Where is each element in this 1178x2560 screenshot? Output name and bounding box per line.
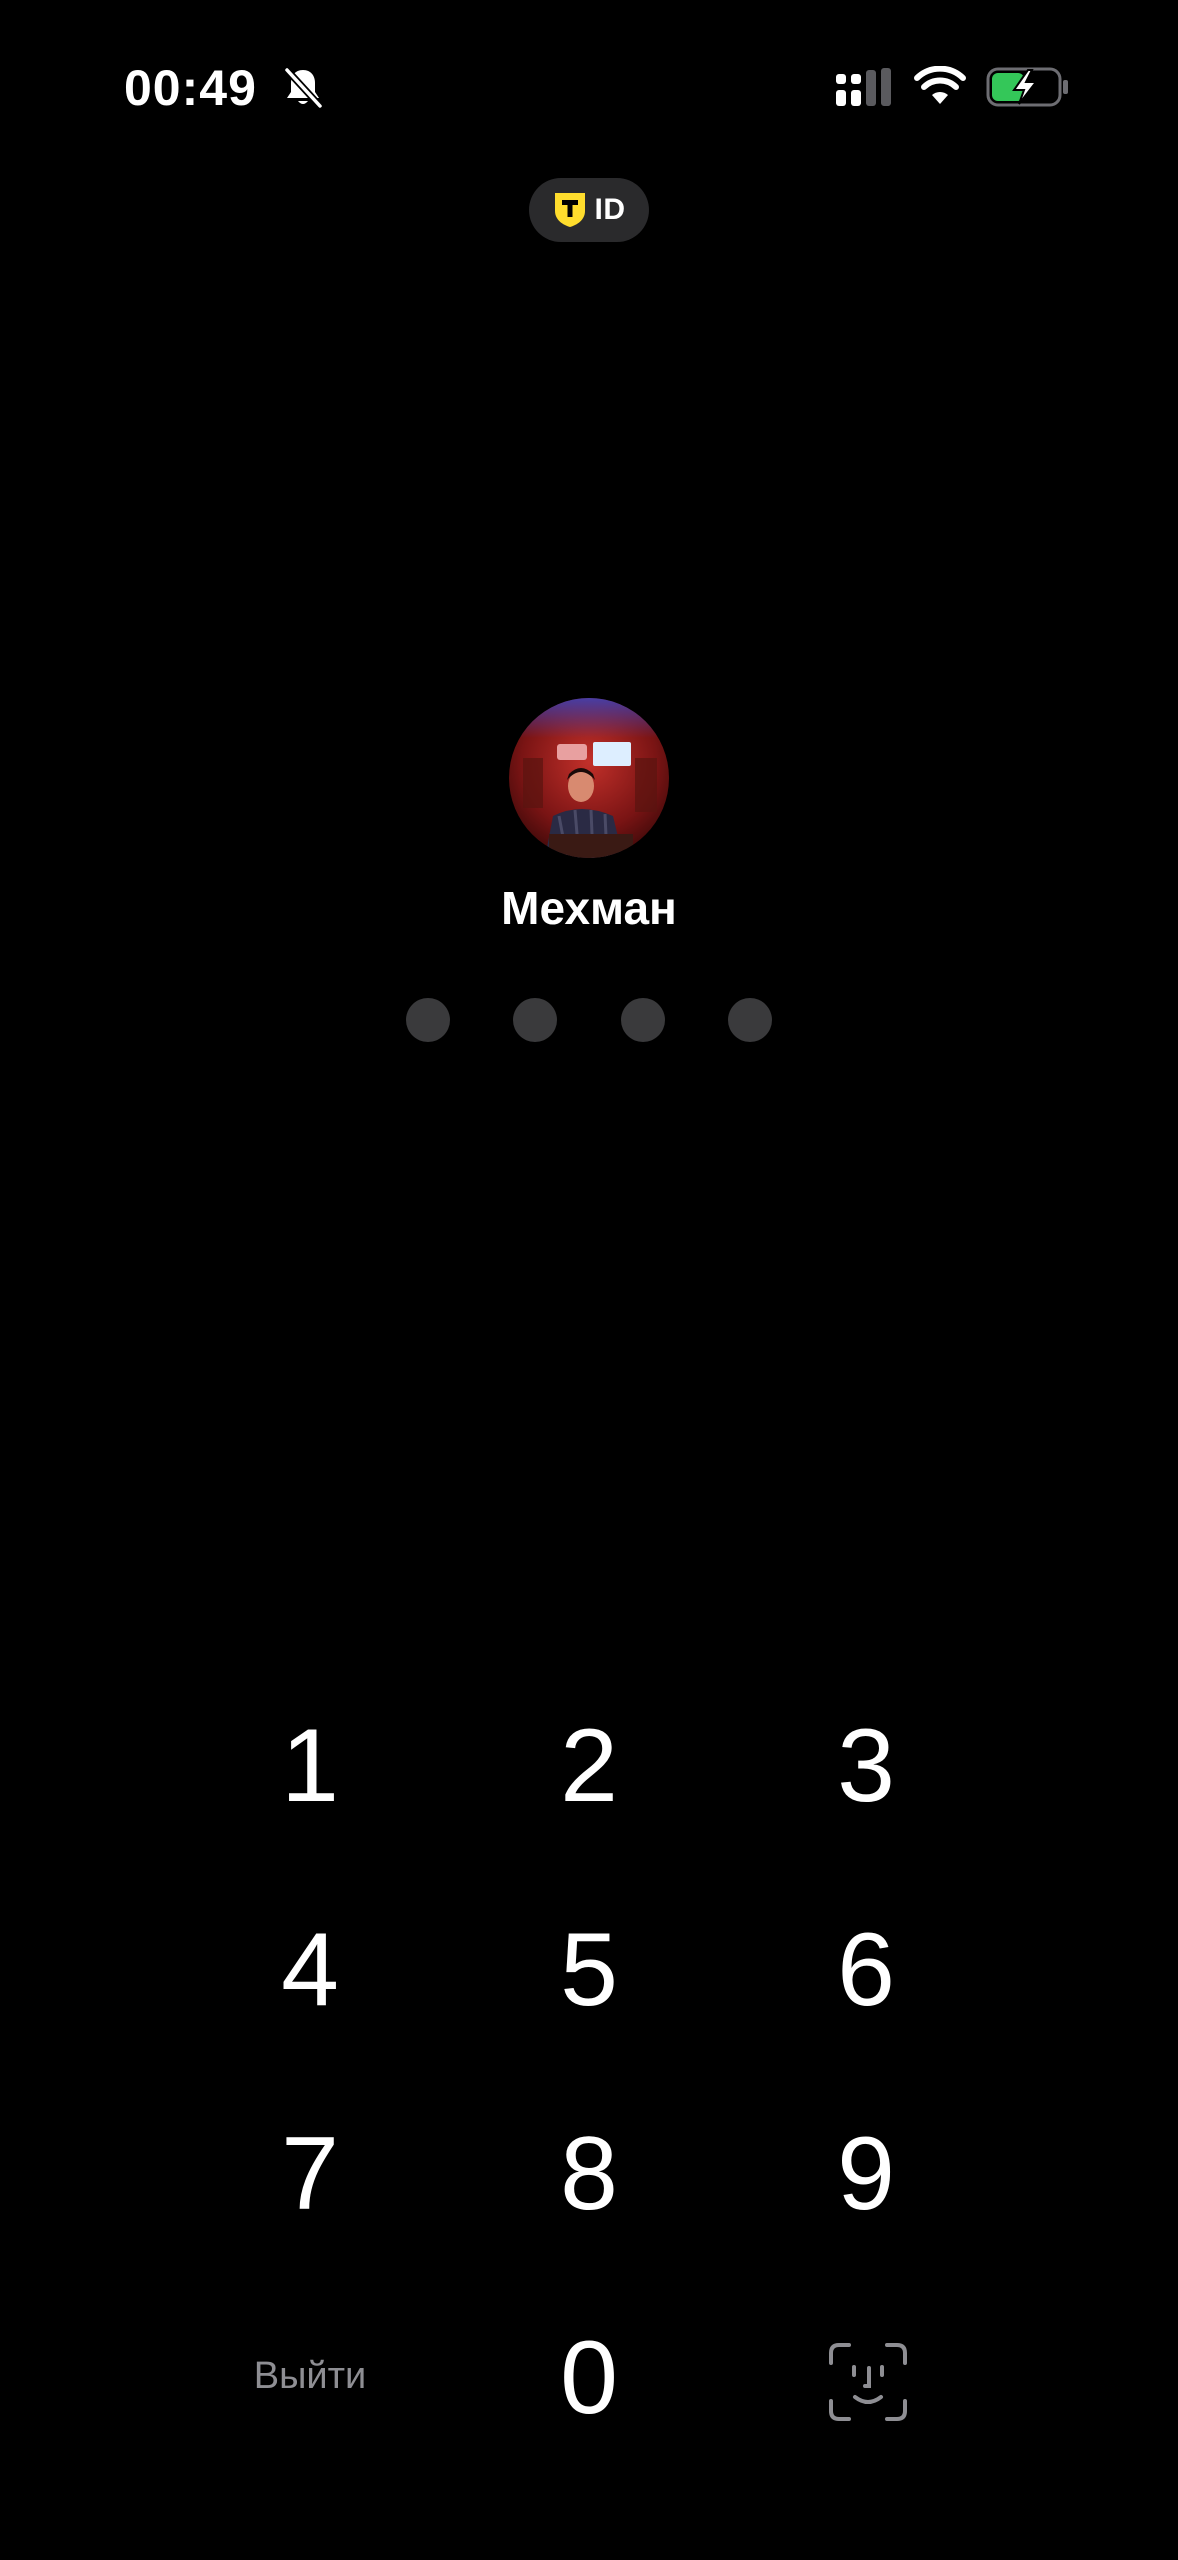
key-6[interactable]: 6 (776, 1890, 956, 2050)
tid-badge: ID (529, 178, 649, 242)
key-7[interactable]: 7 (220, 2094, 400, 2254)
tid-label: ID (594, 193, 626, 226)
key-8[interactable]: 8 (499, 2094, 679, 2254)
pin-indicator (0, 998, 1178, 1042)
avatar (509, 698, 669, 858)
status-time: 00:49 (124, 60, 257, 116)
key-1[interactable]: 1 (220, 1686, 400, 1846)
key-3[interactable]: 3 (776, 1686, 956, 1846)
face-id-icon (829, 2343, 907, 2421)
pin-dot (513, 998, 557, 1042)
key-4[interactable]: 4 (220, 1890, 400, 2050)
avatar-photo (509, 698, 669, 858)
tbank-shield-icon (554, 193, 585, 227)
exit-button[interactable]: Выйти (210, 2336, 410, 2416)
pin-dot (621, 998, 665, 1042)
key-5[interactable]: 5 (499, 1890, 679, 2050)
cellular-signal-icon (836, 68, 891, 106)
face-id-button[interactable] (818, 2332, 918, 2432)
pin-dot (728, 998, 772, 1042)
battery-charging-icon (986, 67, 1068, 107)
bell-slash-icon (284, 67, 323, 109)
key-0[interactable]: 0 (499, 2298, 679, 2458)
pin-dot (406, 998, 450, 1042)
key-2[interactable]: 2 (499, 1686, 679, 1846)
user-name: Мехман (501, 882, 677, 934)
key-9[interactable]: 9 (776, 2094, 956, 2254)
wifi-icon (914, 66, 966, 104)
